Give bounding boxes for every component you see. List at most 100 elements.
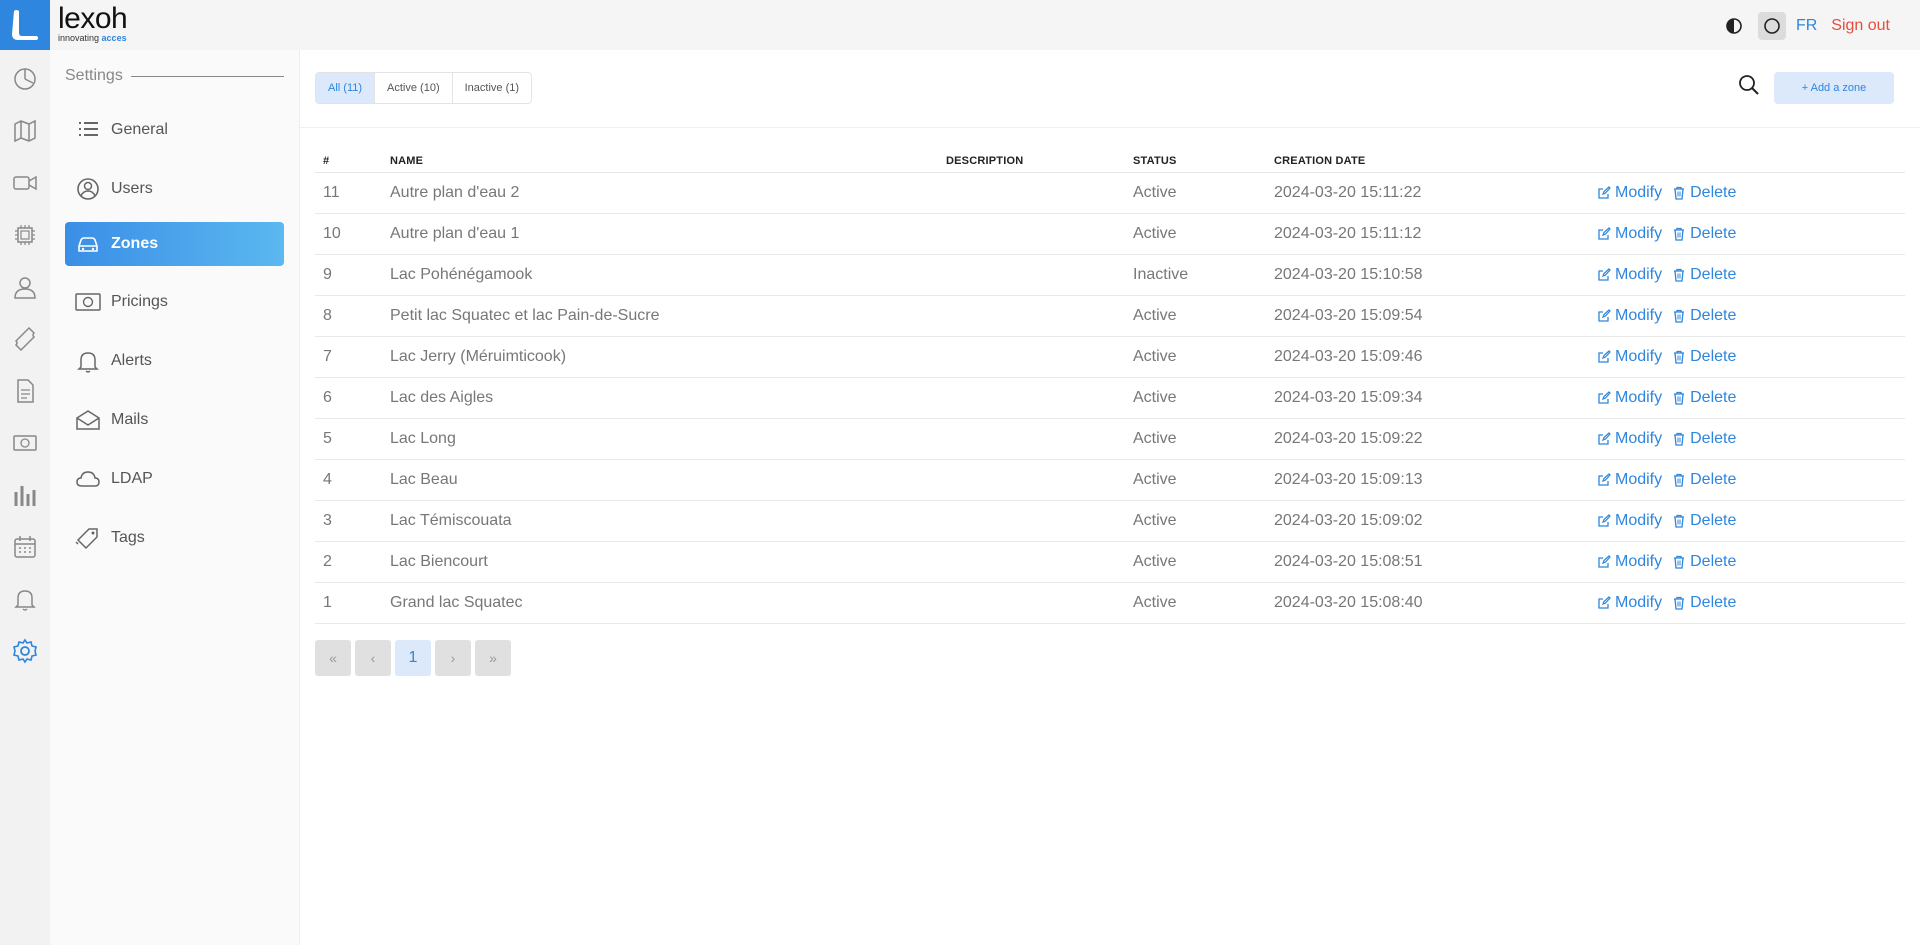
table-row[interactable]: 7 Lac Jerry (Méruimticook) Active 2024-03-2… (315, 336, 1905, 378)
delete-button[interactable]: Delete (1672, 512, 1736, 530)
cell-status: Active (1125, 459, 1266, 501)
cell-num: 9 (315, 254, 382, 296)
cell-creation-date: 2024-03-20 15:09:46 (1266, 336, 1589, 378)
cell-num: 6 (315, 377, 382, 419)
cell-actions: Modify Delete (1589, 254, 1905, 296)
header-status[interactable]: STATUS (1125, 150, 1266, 173)
cell-creation-date: 2024-03-20 15:11:22 (1266, 172, 1589, 214)
header-num[interactable]: # (315, 150, 382, 173)
chip-icon[interactable] (12, 222, 38, 248)
modify-button[interactable]: Modify (1597, 184, 1662, 202)
sidebar-item-tags[interactable]: Tags (65, 516, 284, 560)
trash-icon (1672, 391, 1686, 405)
person-icon[interactable] (12, 274, 38, 300)
filter-inactive[interactable]: Inactive (1) (452, 73, 532, 103)
table-row[interactable]: 4 Lac Beau Active 2024-03-20 15:09:13 Modify… (315, 459, 1905, 501)
sidebar-item-label: Users (111, 180, 153, 197)
header-description[interactable]: DESCRIPTION (938, 150, 1125, 173)
delete-label: Delete (1690, 429, 1737, 447)
modify-button[interactable]: Modify (1597, 594, 1662, 612)
bell-icon[interactable] (12, 586, 38, 612)
modify-button[interactable]: Modify (1597, 430, 1662, 448)
modify-button[interactable]: Modify (1597, 512, 1662, 530)
delete-button[interactable]: Delete (1672, 184, 1736, 202)
dashboard-icon[interactable] (12, 66, 38, 92)
document-icon[interactable] (12, 378, 38, 404)
delete-button[interactable]: Delete (1672, 471, 1736, 489)
logo-icon[interactable] (0, 0, 50, 50)
cell-name: Autre plan d'eau 2 (382, 172, 938, 214)
delete-button[interactable]: Delete (1672, 430, 1736, 448)
modify-label: Modify (1615, 388, 1663, 406)
modify-button[interactable]: Modify (1597, 389, 1662, 407)
sidebar-item-users[interactable]: Users (65, 167, 284, 211)
modify-button[interactable]: Modify (1597, 553, 1662, 571)
header-creation-date[interactable]: CREATION DATE (1266, 150, 1589, 173)
sidebar-item-general[interactable]: General (65, 108, 284, 152)
page-1-button[interactable]: 1 (395, 640, 431, 676)
sign-out-link[interactable]: Sign out (1831, 17, 1890, 35)
settings-icon[interactable] (12, 638, 38, 664)
modify-button[interactable]: Modify (1597, 471, 1662, 489)
circle-theme-icon[interactable] (1757, 12, 1786, 40)
cell-num: 11 (315, 172, 382, 214)
table-row[interactable]: 1 Grand lac Squatec Active 2024-03-20 15:08… (315, 582, 1905, 624)
modify-button[interactable]: Modify (1597, 225, 1662, 243)
last-page-button[interactable]: » (475, 640, 511, 676)
modify-label: Modify (1615, 224, 1663, 242)
filter-active[interactable]: Active (10) (375, 73, 453, 103)
settings-sidebar: Settings General Users Zones Pricings Al… (50, 50, 300, 945)
first-page-button[interactable]: « (315, 640, 351, 676)
chart-icon[interactable] (12, 482, 38, 508)
cell-status: Active (1125, 336, 1266, 378)
delete-button[interactable]: Delete (1672, 348, 1736, 366)
cell-status: Active (1125, 295, 1266, 337)
modify-label: Modify (1615, 470, 1663, 488)
contrast-icon[interactable] (1720, 12, 1748, 40)
table-row[interactable]: 9 Lac Pohénégamook Inactive 2024-03-20 15:1… (315, 254, 1905, 296)
filter-all[interactable]: All (11) (316, 73, 376, 103)
modify-label: Modify (1615, 265, 1663, 283)
modify-button[interactable]: Modify (1597, 307, 1662, 325)
header-name[interactable]: NAME (382, 150, 938, 173)
table-row[interactable]: 2 Lac Biencourt Active 2024-03-20 15:08:51 M… (315, 541, 1905, 583)
sidebar-item-pricings[interactable]: Pricings (65, 280, 284, 324)
map-icon[interactable] (12, 118, 38, 144)
cell-status: Active (1125, 541, 1266, 583)
delete-button[interactable]: Delete (1672, 389, 1736, 407)
delete-button[interactable]: Delete (1672, 225, 1736, 243)
sidebar-item-mails[interactable]: Mails (65, 398, 284, 442)
modify-button[interactable]: Modify (1597, 266, 1662, 284)
camera-icon[interactable] (12, 170, 38, 196)
delete-label: Delete (1690, 388, 1737, 406)
ticket-icon[interactable] (12, 326, 38, 352)
money-icon[interactable] (12, 430, 38, 456)
cell-description (938, 582, 1125, 624)
add-zone-button[interactable]: + Add a zone (1774, 72, 1894, 104)
table-row[interactable]: 10 Autre plan d'eau 1 Active 2024-03-20 15:… (315, 213, 1905, 255)
delete-button[interactable]: Delete (1672, 553, 1736, 571)
prev-page-button[interactable]: ‹ (355, 640, 391, 676)
delete-button[interactable]: Delete (1672, 266, 1736, 284)
sidebar-item-zones[interactable]: Zones (65, 222, 284, 266)
next-page-button[interactable]: › (435, 640, 471, 676)
cell-num: 5 (315, 418, 382, 460)
table-row[interactable]: 8 Petit lac Squatec et lac Pain-de-Sucre A… (315, 295, 1905, 337)
cell-num: 2 (315, 541, 382, 583)
table-row[interactable]: 5 Lac Long Active 2024-03-20 15:09:22 Modify… (315, 418, 1905, 460)
cell-description (938, 336, 1125, 378)
delete-label: Delete (1690, 224, 1737, 242)
calendar-icon[interactable] (12, 534, 38, 560)
delete-button[interactable]: Delete (1672, 307, 1736, 325)
table-row[interactable]: 6 Lac des Aigles Active 2024-03-20 15:09:34… (315, 377, 1905, 419)
table-row[interactable]: 11 Autre plan d'eau 2 Active 2024-03-20 15:… (315, 172, 1905, 214)
delete-button[interactable]: Delete (1672, 594, 1736, 612)
table-row[interactable]: 3 Lac Témiscouata Active 2024-03-20 15:09:0… (315, 500, 1905, 542)
language-switch[interactable]: FR (1796, 17, 1817, 35)
modify-button[interactable]: Modify (1597, 348, 1662, 366)
bell-icon (75, 348, 101, 374)
sidebar-item-ldap[interactable]: LDAP (65, 457, 284, 501)
search-icon[interactable] (1738, 74, 1762, 98)
edit-icon (1597, 595, 1611, 610)
sidebar-item-alerts[interactable]: Alerts (65, 339, 284, 383)
